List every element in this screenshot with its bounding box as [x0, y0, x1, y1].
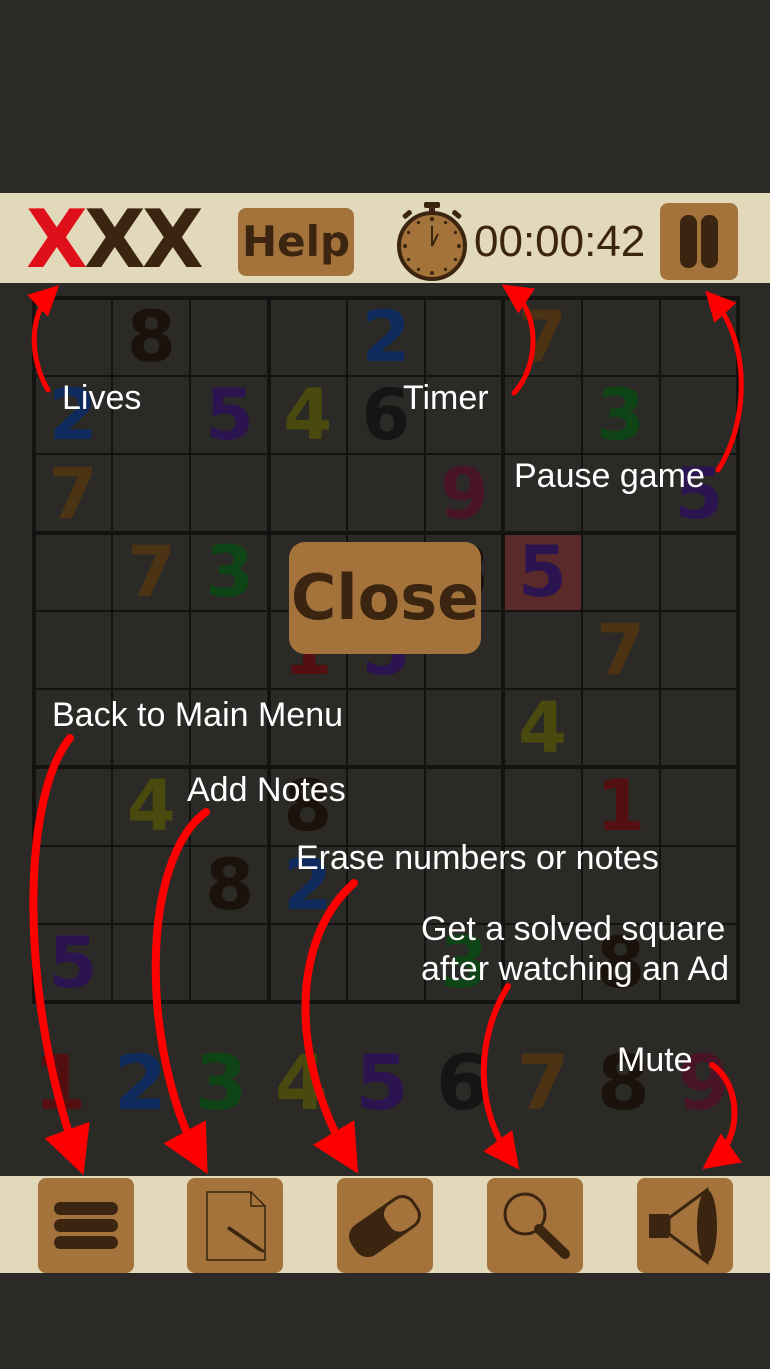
menu-tutorial-label: Back to Main Menu: [52, 696, 344, 734]
pause-tutorial-label: Pause game: [514, 457, 705, 495]
erase-tutorial-label: Erase numbers or notes: [296, 839, 659, 877]
timer-tutorial-label: Timer: [403, 379, 489, 417]
mute-tutorial-label: Mute: [617, 1041, 693, 1079]
notes-tutorial-label: Add Notes: [187, 771, 346, 809]
lives-tutorial-label: Lives: [62, 379, 142, 417]
tutorial-arrows: [27, 284, 744, 1176]
hint-tutorial-label-line1: Get a solved square: [421, 910, 726, 948]
hint-tutorial-label-line2: after watching an Ad: [421, 950, 730, 988]
